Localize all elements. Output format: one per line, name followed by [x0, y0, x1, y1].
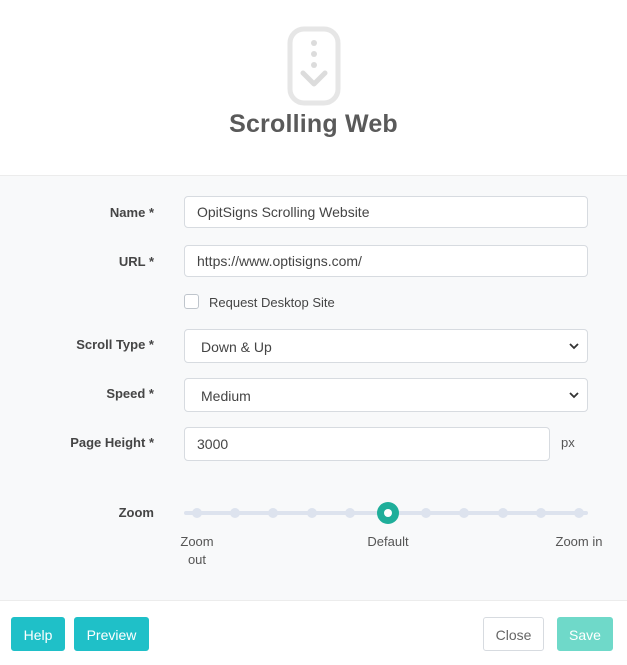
- modal-footer: Help Preview Close Save: [0, 600, 627, 665]
- zoom-slider-tick[interactable]: [306, 508, 317, 518]
- scroll-type-value: Down & Up: [201, 339, 272, 355]
- speed-value: Medium: [201, 388, 251, 404]
- url-label: URL *: [118, 254, 154, 269]
- zoom-default-label: Default: [367, 534, 409, 549]
- modal-header: Scrolling Web: [0, 0, 627, 176]
- preview-button[interactable]: Preview: [74, 617, 149, 651]
- url-input[interactable]: [184, 245, 588, 277]
- zoom-slider-tick[interactable]: [230, 508, 241, 518]
- page-height-input[interactable]: [184, 427, 550, 461]
- chevron-down-icon: [569, 392, 579, 399]
- name-input[interactable]: [184, 196, 588, 228]
- zoom-slider-tick[interactable]: [535, 508, 546, 518]
- scroll-down-phone-icon: [287, 26, 341, 106]
- speed-label: Speed *: [106, 386, 154, 401]
- zoom-slider-tick[interactable]: [268, 508, 279, 518]
- settings-form: Name * URL * Request Desktop Site Scroll…: [0, 176, 627, 600]
- zoom-slider-tick[interactable]: [574, 508, 584, 518]
- scroll-type-label: Scroll Type *: [76, 337, 154, 352]
- scroll-type-select[interactable]: Down & Up: [184, 329, 588, 363]
- zoom-slider-tick[interactable]: [421, 508, 432, 518]
- help-button[interactable]: Help: [11, 617, 65, 651]
- zoom-slider-tick[interactable]: [192, 508, 202, 518]
- zoom-slider-tick[interactable]: [459, 508, 470, 518]
- name-label: Name *: [109, 205, 154, 220]
- page-title: Scrolling Web: [229, 110, 398, 138]
- request-desktop-checkbox[interactable]: [184, 294, 199, 309]
- zoom-slider-tick[interactable]: [344, 508, 355, 518]
- chevron-down-icon: [569, 343, 579, 350]
- zoom-slider[interactable]: [184, 502, 588, 524]
- save-button[interactable]: Save: [557, 617, 613, 651]
- speed-select[interactable]: Medium: [184, 378, 588, 412]
- zoom-slider-tick[interactable]: [497, 508, 508, 518]
- page-height-unit: px: [561, 435, 575, 450]
- zoom-slider-handle[interactable]: [377, 502, 399, 524]
- zoom-in-label: Zoom in: [555, 534, 603, 549]
- page-height-label: Page Height *: [70, 435, 154, 450]
- zoom-out-label: Zoom out: [180, 534, 214, 567]
- close-button[interactable]: Close: [483, 617, 544, 651]
- request-desktop-label: Request Desktop Site: [209, 295, 335, 310]
- zoom-label: Zoom: [118, 505, 154, 520]
